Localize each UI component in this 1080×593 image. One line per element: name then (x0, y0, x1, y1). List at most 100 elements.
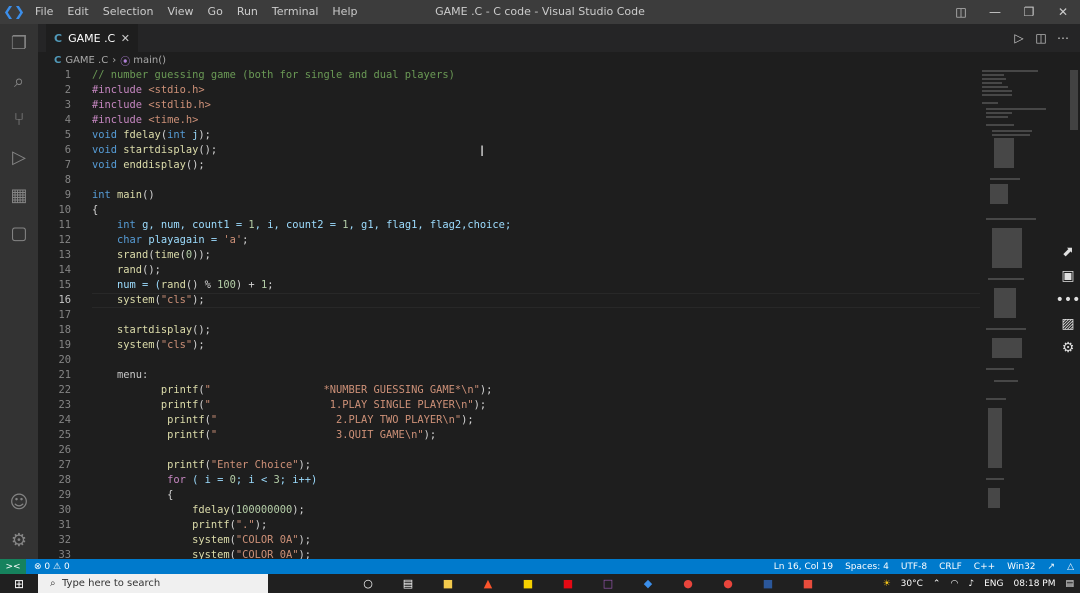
remote-indicator[interactable]: >< (0, 559, 26, 574)
close-tab-icon[interactable]: ✕ (121, 32, 130, 45)
code-line[interactable]: 27 printf("Enter Choice"); (38, 458, 980, 473)
maximize-icon[interactable]: ❐ (1012, 0, 1046, 24)
remote-explorer-icon[interactable]: ▢ (0, 214, 38, 252)
volume-icon[interactable]: ♪ (968, 579, 974, 589)
code-line[interactable]: 10 { (38, 203, 980, 218)
indentation[interactable]: Spaces: 4 (845, 562, 889, 572)
code-line[interactable]: 14 rand(); (38, 263, 980, 278)
camera-icon[interactable]: ▣ (1061, 264, 1074, 288)
input-language[interactable]: ENG (984, 579, 1003, 589)
more-dots-icon[interactable]: ••• (1056, 288, 1080, 312)
live-share-icon[interactable]: ↗ (1048, 562, 1056, 572)
code-line[interactable]: 18 startdisplay(); (38, 323, 980, 338)
code-line[interactable]: 5 void fdelay(int j); (38, 128, 980, 143)
code-line[interactable]: 20 (38, 353, 980, 368)
weather-icon[interactable]: ☀ (883, 579, 891, 589)
platform[interactable]: Win32 (1007, 562, 1035, 572)
chrome-icon[interactable]: ● (668, 577, 708, 590)
code-line[interactable]: 16 system("cls"); (38, 293, 980, 308)
close-window-icon[interactable]: ✕ (1046, 0, 1080, 24)
taskbar-search-input[interactable]: ⌕ Type here to search (38, 574, 268, 593)
chrome-profile-icon[interactable]: ● (708, 577, 748, 590)
code-line[interactable]: 22 printf(" *NUMBER GUESSING GAME*\n"); (38, 383, 980, 398)
code-line[interactable]: 29 { (38, 488, 980, 503)
extensions-icon[interactable]: ▦ (0, 176, 38, 214)
minimap[interactable] (980, 68, 1068, 559)
code-line[interactable]: 19 system("cls"); (38, 338, 980, 353)
temperature[interactable]: 30°C (901, 579, 923, 589)
code-line[interactable]: 32 system("COLOR 0A"); (38, 533, 980, 548)
code-line[interactable]: 13 srand(time(0)); (38, 248, 980, 263)
menu-help[interactable]: Help (325, 0, 364, 24)
menu-selection[interactable]: Selection (96, 0, 161, 24)
code-line[interactable]: 31 printf("."); (38, 518, 980, 533)
run-debug-icon[interactable]: ▷ (0, 138, 38, 176)
code-line[interactable]: 17 (38, 308, 980, 323)
cursor-position[interactable]: Ln 16, Col 19 (774, 562, 833, 572)
code-line[interactable]: 21 menu: (38, 368, 980, 383)
notifications-bell-icon[interactable]: △ (1067, 562, 1074, 572)
windows-start-icon[interactable]: ⊞ (0, 577, 38, 591)
menu-edit[interactable]: Edit (60, 0, 95, 24)
more-actions-icon[interactable]: ⋯ (1052, 31, 1074, 45)
tab-game-c[interactable]: C GAME .C ✕ (46, 24, 138, 52)
code-editor[interactable]: 1 // number guessing game (both for singl… (38, 68, 980, 559)
language-mode[interactable]: C++ (974, 562, 995, 572)
netflix-icon[interactable]: ■ (548, 577, 588, 590)
code-line[interactable]: 11 int g, num, count1 = 1, i, count2 = 1… (38, 218, 980, 233)
code-line[interactable]: 1 // number guessing game (both for singl… (38, 68, 980, 83)
code-line[interactable]: 25 printf(" 3.QUIT GAME\n"); (38, 428, 980, 443)
breadcrumb-file[interactable]: GAME .C (65, 55, 108, 66)
code-line[interactable]: 30 fdelay(100000000); (38, 503, 980, 518)
code-line[interactable]: 24 printf(" 2.PLAY TWO PLAYER\n"); (38, 413, 980, 428)
code-line[interactable]: 9 int main() (38, 188, 980, 203)
search-icon[interactable]: ⌕ (0, 62, 38, 100)
code-line[interactable]: 26 (38, 443, 980, 458)
code-line[interactable]: 6 void startdisplay(); (38, 143, 980, 158)
file-encoding[interactable]: UTF-8 (901, 562, 927, 572)
line-ending[interactable]: CRLF (939, 562, 962, 572)
account-icon[interactable]: ☺ (0, 483, 38, 521)
code-line[interactable]: 23 printf(" 1.PLAY SINGLE PLAYER\n"); (38, 398, 980, 413)
overlay-settings-icon[interactable]: ⚙ (1062, 336, 1075, 360)
minimize-icon[interactable]: — (978, 0, 1012, 24)
run-icon[interactable]: ▷ (1008, 31, 1030, 45)
cortana-icon[interactable]: ○ (348, 577, 388, 590)
pdf-icon[interactable]: ■ (788, 577, 828, 590)
clock[interactable]: 08:18 PM (1013, 579, 1055, 589)
word-icon[interactable]: ■ (748, 577, 788, 590)
code-line[interactable]: 4 #include <time.h> (38, 113, 980, 128)
code-line[interactable]: 7 void enddisplay(); (38, 158, 980, 173)
code-line[interactable]: 3 #include <stdlib.h> (38, 98, 980, 113)
code-line[interactable]: 8 (38, 173, 980, 188)
sticky-app-icon[interactable]: ■ (508, 577, 548, 590)
settings-gear-icon[interactable]: ⚙ (0, 521, 38, 559)
menu-go[interactable]: Go (201, 0, 230, 24)
chevron-up-icon[interactable]: ⌃ (933, 579, 941, 589)
code-line[interactable]: 15 num = (rand() % 100) + 1; (38, 278, 980, 293)
split-editor-icon[interactable]: ◫ (1030, 31, 1052, 45)
menu-view[interactable]: View (160, 0, 200, 24)
problems-indicator[interactable]: ⊗ 0 ⚠ 0 (34, 562, 70, 572)
code-line[interactable]: 12 char playagain = 'a'; (38, 233, 980, 248)
notification-center-icon[interactable]: ▤ (1065, 579, 1074, 589)
source-control-icon[interactable]: ⑂ (0, 100, 38, 138)
vscode-taskbar-icon[interactable]: ◆ (628, 577, 668, 590)
expand-icon[interactable]: ⬈ (1062, 240, 1074, 264)
task-view-icon[interactable]: ▤ (388, 577, 428, 590)
code-line[interactable]: 2 #include <stdio.h> (38, 83, 980, 98)
scrollbar-thumb[interactable] (1070, 70, 1078, 130)
file-explorer-icon[interactable]: ■ (428, 577, 468, 590)
layout-icon[interactable]: ◫ (944, 0, 978, 24)
code-line[interactable]: 28 for ( i = 0; i < 3; i++) (38, 473, 980, 488)
gallery-icon[interactable]: ▨ (1061, 312, 1074, 336)
brave-browser-icon[interactable]: ▲ (468, 577, 508, 590)
menu-terminal[interactable]: Terminal (265, 0, 326, 24)
g-app-icon[interactable]: □ (588, 577, 628, 590)
explorer-icon[interactable]: ❐ (0, 24, 38, 62)
menu-file[interactable]: File (28, 0, 60, 24)
wifi-icon[interactable]: ◠ (950, 579, 958, 589)
menu-run[interactable]: Run (230, 0, 265, 24)
breadcrumb-symbol[interactable]: main() (133, 55, 166, 66)
code-line[interactable]: 33 system("COLOR 0A"); (38, 548, 980, 559)
